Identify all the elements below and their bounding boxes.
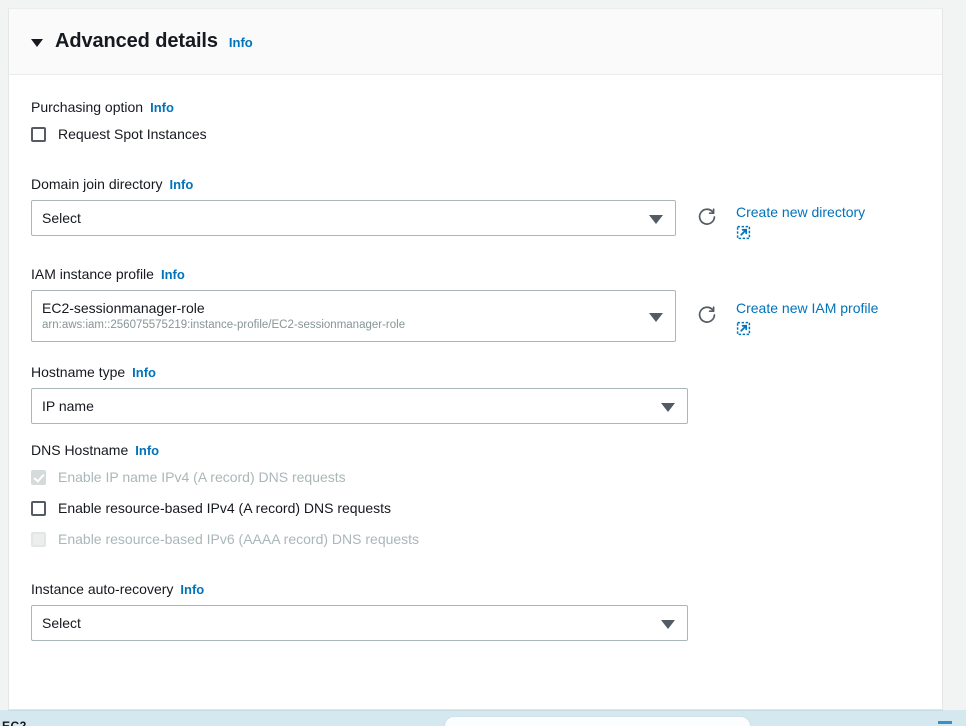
chevron-down-icon (661, 620, 675, 629)
advanced-details-body: Purchasing option Info Request Spot Inst… (9, 75, 942, 641)
iam-instance-profile-label-text: IAM instance profile (31, 266, 154, 282)
checkbox-row-enable-ip-name-ipv4: Enable IP name IPv4 (A record) DNS reque… (31, 466, 920, 488)
chevron-down-icon (649, 215, 663, 224)
page-title: Advanced details (55, 30, 218, 52)
advanced-details-header[interactable]: Advanced details Info (9, 9, 942, 75)
advanced-details-panel: Advanced details Info Purchasing option … (8, 8, 943, 710)
checkbox-enable-ip-name-ipv4 (31, 469, 46, 485)
checkbox-enable-resource-based-ipv4[interactable] (31, 500, 46, 516)
external-link-icon[interactable] (736, 225, 751, 240)
hostname-type-label-text: Hostname type (31, 364, 126, 380)
dns-hostname-label-text: DNS Hostname (31, 442, 129, 458)
info-link-iam-instance-profile[interactable]: Info (161, 267, 185, 282)
chevron-down-icon (649, 313, 663, 322)
info-link-purchasing-option[interactable]: Info (150, 100, 174, 115)
purchasing-option-label-text: Purchasing option (31, 99, 144, 115)
hostname-type-select[interactable]: IP name (31, 388, 688, 424)
checkbox-row-request-spot-instances[interactable]: Request Spot Instances (31, 123, 920, 145)
instance-auto-recovery-label-text: Instance auto-recovery (31, 581, 174, 597)
info-link-dns-hostname[interactable]: Info (135, 443, 159, 458)
info-link-instance-auto-recovery[interactable]: Info (180, 582, 204, 597)
purchasing-option-label: Purchasing option Info (31, 99, 920, 115)
domain-join-directory-row: Select Create new directory (31, 200, 920, 240)
info-link-domain-join-directory[interactable]: Info (170, 177, 194, 192)
footer-pill[interactable] (444, 716, 751, 726)
field-iam-instance-profile: IAM instance profile Info EC2-sessionman… (31, 266, 920, 342)
refresh-icon[interactable] (696, 304, 718, 326)
footer-accent-mark (938, 721, 952, 724)
field-instance-auto-recovery: Instance auto-recovery Info Select (31, 581, 920, 641)
checkbox-request-spot-instances[interactable] (31, 126, 46, 142)
instance-auto-recovery-value: Select (42, 615, 81, 631)
checkbox-label-enable-resource-based-ipv4: Enable resource-based IPv4 (A record) DN… (58, 500, 392, 516)
checkbox-label-enable-ip-name-ipv4: Enable IP name IPv4 (A record) DNS reque… (58, 469, 346, 485)
bottom-footer-bar: EC2 (0, 710, 966, 726)
field-purchasing-option: Purchasing option Info Request Spot Inst… (31, 99, 920, 145)
instance-auto-recovery-label: Instance auto-recovery Info (31, 581, 920, 597)
dns-hostname-label: DNS Hostname Info (31, 442, 920, 458)
iam-instance-profile-select[interactable]: EC2-sessionmanager-role arn:aws:iam::256… (31, 290, 676, 342)
iam-instance-profile-arn: arn:aws:iam::256075575219:instance-profi… (42, 319, 406, 331)
footer-divider (8, 710, 943, 711)
checkbox-label-enable-resource-based-ipv6: Enable resource-based IPv6 (AAAA record)… (58, 531, 420, 547)
domain-join-directory-select[interactable]: Select (31, 200, 676, 236)
field-hostname-type: Hostname type Info IP name (31, 364, 920, 424)
field-dns-hostname: DNS Hostname Info Enable IP name IPv4 (A… (31, 442, 920, 550)
create-new-iam-profile-link[interactable]: Create new IAM profile (736, 298, 878, 318)
external-link-icon[interactable] (736, 321, 751, 336)
chevron-down-icon (661, 403, 675, 412)
domain-join-directory-label: Domain join directory Info (31, 176, 920, 192)
caret-down-icon[interactable] (31, 35, 45, 49)
hostname-type-label: Hostname type Info (31, 364, 920, 380)
iam-instance-profile-value-stack: EC2-sessionmanager-role arn:aws:iam::256… (42, 299, 405, 333)
refresh-icon[interactable] (696, 206, 718, 228)
hostname-type-value: IP name (42, 398, 94, 414)
domain-join-directory-value: Select (42, 210, 81, 226)
create-new-iam-profile-group: Create new IAM profile (736, 298, 878, 336)
instance-auto-recovery-select[interactable]: Select (31, 605, 688, 641)
field-domain-join-directory: Domain join directory Info Select Create… (31, 176, 920, 240)
footer-left-label: EC2 (2, 719, 27, 726)
checkbox-label-request-spot-instances: Request Spot Instances (58, 126, 207, 142)
checkbox-enable-resource-based-ipv6 (31, 531, 46, 547)
info-link-advanced-details[interactable]: Info (229, 35, 253, 50)
info-link-hostname-type[interactable]: Info (132, 365, 156, 380)
checkbox-row-enable-resource-based-ipv6: Enable resource-based IPv6 (AAAA record)… (31, 528, 920, 550)
create-new-directory-group: Create new directory (736, 202, 865, 240)
create-new-directory-link[interactable]: Create new directory (736, 202, 865, 222)
iam-instance-profile-row: EC2-sessionmanager-role arn:aws:iam::256… (31, 290, 920, 342)
iam-instance-profile-label: IAM instance profile Info (31, 266, 920, 282)
domain-join-directory-label-text: Domain join directory (31, 176, 163, 192)
iam-instance-profile-value: EC2-sessionmanager-role (42, 300, 205, 316)
checkbox-row-enable-resource-based-ipv4[interactable]: Enable resource-based IPv4 (A record) DN… (31, 497, 920, 519)
